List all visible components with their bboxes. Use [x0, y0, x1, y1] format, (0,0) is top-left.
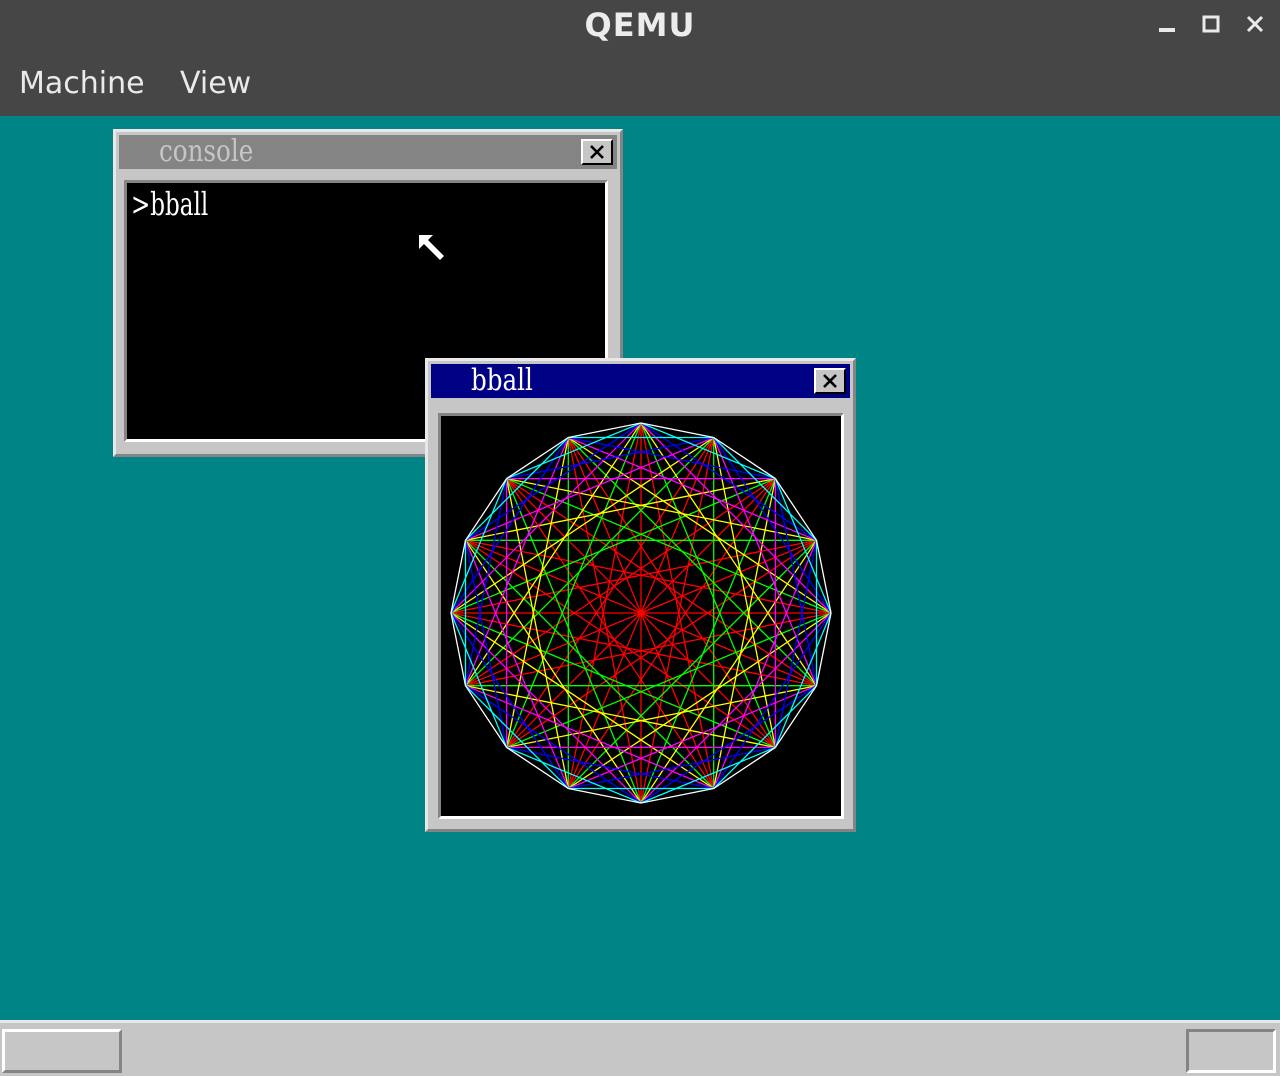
console-title: console: [159, 134, 254, 169]
guest-taskbar: [0, 1020, 1280, 1076]
host-title-bar: QEMU: [0, 0, 1280, 54]
maximize-icon[interactable]: [1196, 10, 1226, 40]
bball-drawing: [450, 422, 832, 804]
close-icon[interactable]: [1240, 10, 1270, 40]
bball-canvas-frame: [438, 413, 844, 819]
console-close-button[interactable]: [581, 139, 613, 165]
bball-title-bar[interactable]: bball: [431, 364, 850, 398]
start-button[interactable]: [2, 1029, 122, 1073]
close-x-icon: [823, 374, 837, 388]
bball-title: bball: [471, 363, 533, 398]
console-line: >bball: [131, 185, 209, 223]
window-title: QEMU: [584, 6, 696, 44]
mouse-cursor-icon: [419, 235, 444, 260]
console-title-bar[interactable]: console: [119, 135, 617, 169]
bball-close-button[interactable]: [814, 368, 846, 394]
menu-machine[interactable]: Machine: [19, 66, 145, 101]
menu-bar: Machine View: [0, 54, 1280, 116]
system-tray: [1186, 1029, 1276, 1073]
minimize-icon[interactable]: [1152, 10, 1182, 40]
bball-window[interactable]: bball: [425, 358, 856, 832]
close-x-icon: [590, 145, 604, 159]
menu-view[interactable]: View: [180, 66, 251, 101]
guest-desktop[interactable]: console >bball bball: [0, 116, 1280, 1020]
